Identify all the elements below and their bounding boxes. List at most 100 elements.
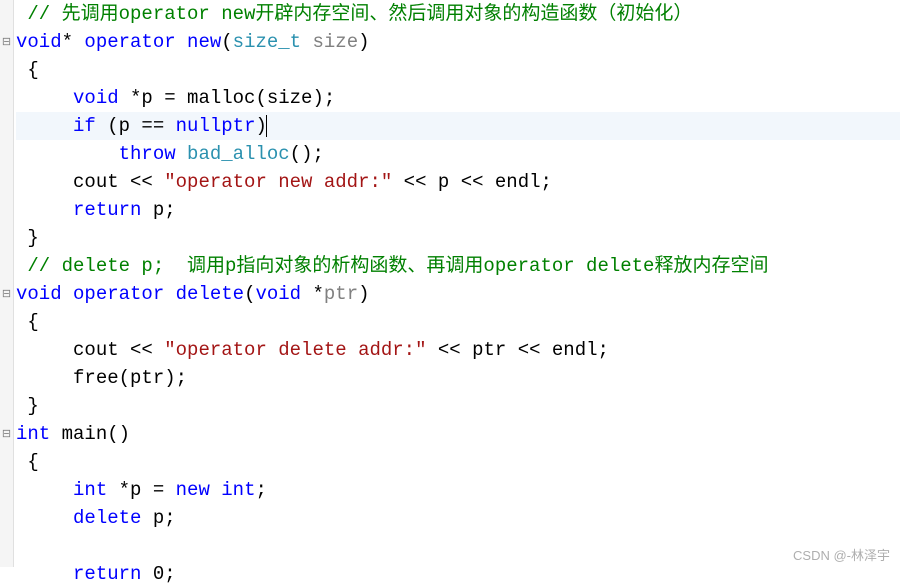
code-token: nullptr [176,115,256,137]
code-token: delete [176,283,244,305]
gutter-blank [0,196,13,224]
watermark: CSDN @-林泽宇 [793,545,890,564]
code-token: * [62,31,85,53]
code-token: "operator new addr:" [164,171,392,193]
gutter-blank [0,224,13,252]
code-token: bad_alloc [187,143,290,165]
code-line[interactable]: if (p == nullptr) [16,112,900,140]
code-line[interactable]: void *p = malloc(size); [16,84,900,112]
code-token: } [16,227,39,249]
gutter-blank [0,336,13,364]
code-line[interactable]: { [16,448,900,476]
text-cursor [266,115,267,137]
code-token: void [16,283,62,305]
code-line[interactable]: int main() [16,420,900,448]
code-token: int [221,479,255,501]
code-token: *p = malloc(size); [119,87,336,109]
gutter-blank [0,308,13,336]
code-line[interactable]: delete p; [16,504,900,532]
code-token: main() [50,423,130,445]
code-token: 0; [141,563,175,585]
code-token: free(ptr); [16,367,187,389]
code-token: ptr [324,283,358,305]
code-line[interactable]: { [16,56,900,84]
code-token [164,283,175,305]
code-token: new [176,479,210,501]
code-token: "operator delete addr:" [164,339,426,361]
gutter-blank [0,448,13,476]
code-line[interactable]: } [16,392,900,420]
code-token: ) [358,283,369,305]
gutter-blank [0,0,13,28]
code-token: size_t [233,31,301,53]
code-token [62,283,73,305]
fold-toggle-icon[interactable]: ⊟ [0,280,13,308]
fold-gutter[interactable]: ⊟ ⊟ ⊟ [0,0,14,567]
code-token: throw [119,143,176,165]
code-token: void [16,31,62,53]
gutter-blank [0,560,13,588]
code-token [16,143,119,165]
code-token: p; [141,199,175,221]
gutter-blank [0,504,13,532]
code-token: return [73,199,141,221]
code-token: (p == [96,115,176,137]
gutter-blank [0,252,13,280]
code-token [301,31,312,53]
code-token [16,563,73,585]
code-token: size [313,31,359,53]
code-line[interactable]: return p; [16,196,900,224]
code-line[interactable]: cout << "operator delete addr:" << ptr <… [16,336,900,364]
code-line[interactable]: cout << "operator new addr:" << p << end… [16,168,900,196]
code-line[interactable]: free(ptr); [16,364,900,392]
gutter-blank [0,364,13,392]
code-token: ( [221,31,232,53]
code-token [16,199,73,221]
code-token [176,31,187,53]
gutter-blank [0,140,13,168]
fold-toggle-icon[interactable]: ⊟ [0,420,13,448]
code-token [16,3,27,25]
code-line[interactable]: return 0; [16,560,900,588]
code-line[interactable]: } [16,224,900,252]
code-token: delete [73,507,141,529]
code-token: cout << [16,171,164,193]
code-token: // delete p; 调用p指向对象的析构函数、再调用operator de… [27,255,768,277]
gutter-blank [0,84,13,112]
code-line[interactable]: throw bad_alloc(); [16,140,900,168]
code-token: int [73,479,107,501]
code-token: new [187,31,221,53]
code-token: { [16,451,39,473]
code-token: ) [358,31,369,53]
gutter-blank [0,532,13,560]
fold-toggle-icon[interactable]: ⊟ [0,28,13,56]
gutter-blank [0,476,13,504]
gutter-blank [0,56,13,84]
code-token: int [16,423,50,445]
code-editor[interactable]: ⊟ ⊟ ⊟ // 先调用operator new开辟内存空间、然后调用对象的构造函数… [0,0,900,567]
code-token: << ptr << endl; [426,339,608,361]
gutter-blank [0,392,13,420]
code-token [176,143,187,165]
code-token [210,479,221,501]
code-line[interactable]: void operator delete(void *ptr) [16,280,900,308]
code-line[interactable]: int *p = new int; [16,476,900,504]
code-line[interactable]: // delete p; 调用p指向对象的析构函数、再调用operator de… [16,252,900,280]
code-token: operator [84,31,175,53]
code-token: (); [290,143,324,165]
code-token: *p = [107,479,175,501]
code-line[interactable] [16,532,900,560]
code-token: void [73,87,119,109]
code-token: * [301,283,324,305]
code-token: void [255,283,301,305]
code-token: { [16,311,39,333]
code-line[interactable]: { [16,308,900,336]
code-area[interactable]: // 先调用operator new开辟内存空间、然后调用对象的构造函数（初始化… [14,0,900,567]
code-token: p; [141,507,175,529]
code-line[interactable]: void* operator new(size_t size) [16,28,900,56]
code-token [16,507,73,529]
code-token: ; [256,479,267,501]
code-line[interactable]: // 先调用operator new开辟内存空间、然后调用对象的构造函数（初始化… [16,0,900,28]
gutter-blank [0,112,13,140]
gutter-blank [0,168,13,196]
